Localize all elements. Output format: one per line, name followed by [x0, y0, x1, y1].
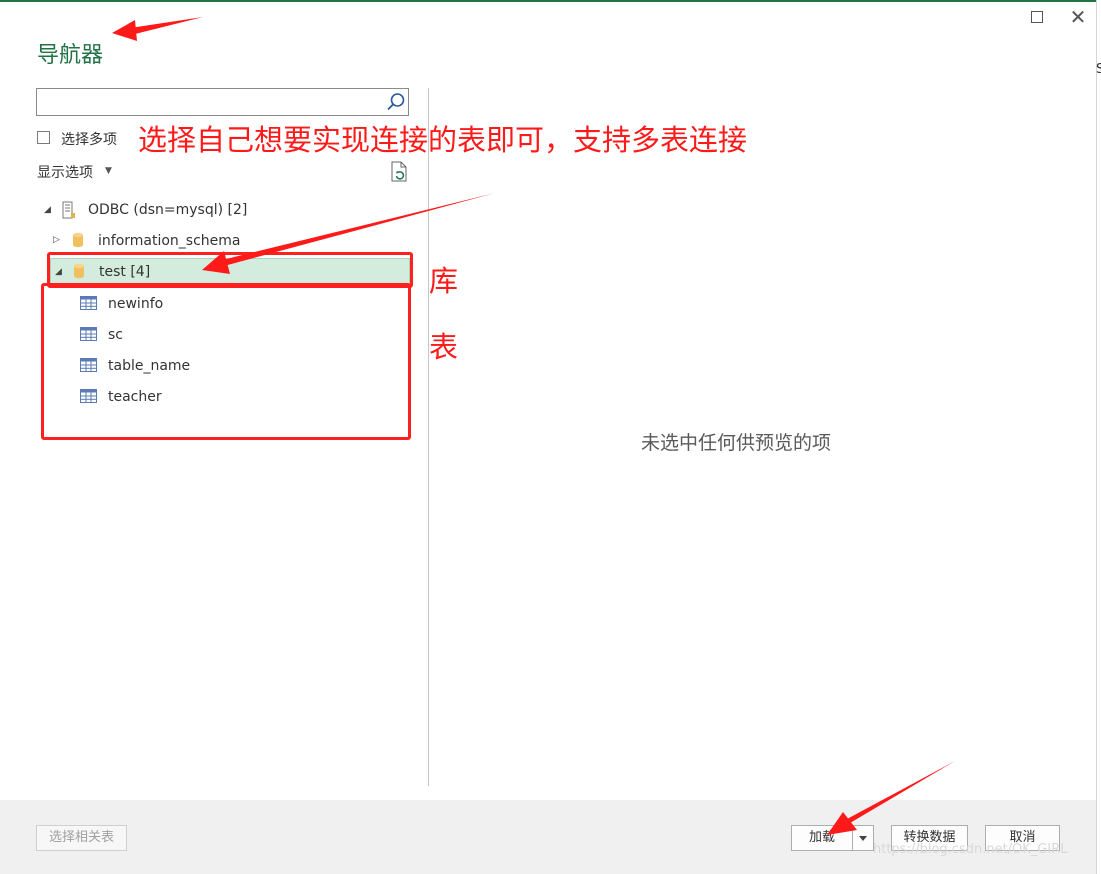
load-button[interactable]: 加载 [791, 825, 853, 851]
refresh-icon[interactable] [389, 161, 409, 183]
expand-triangle-icon[interactable]: ▷ [53, 235, 60, 245]
search-input[interactable] [40, 91, 384, 115]
chevron-down-icon [859, 836, 867, 841]
annotation-database-note: 库 [429, 264, 459, 298]
chevron-down-icon[interactable]: ▼ [105, 166, 112, 176]
tree-node-label: ODBC (dsn=mysql) [2] [88, 202, 248, 218]
load-dropdown-button[interactable] [852, 825, 874, 851]
preview-empty-message: 未选中任何供预览的项 [641, 432, 832, 454]
annotation-table-note: 表 [429, 330, 459, 364]
annotation-arrow-title [112, 17, 203, 41]
pane-divider[interactable] [428, 88, 429, 786]
tree-node-odbc[interactable]: ◢ ODBC (dsn=mysql) [2] [40, 197, 420, 223]
annotation-main-note: 选择自己想要实现连接的表即可，支持多表连接 [138, 123, 748, 157]
watermark: https://blog.csdn.net/OK_GIRL [873, 842, 1068, 857]
search-icon[interactable] [386, 92, 406, 112]
server-icon [62, 201, 75, 219]
tree-node-information-schema[interactable]: ▷ information_schema [50, 228, 410, 254]
select-related-tables-button[interactable]: 选择相关表 [36, 825, 127, 851]
excel-cell-fragment: S [1096, 62, 1101, 77]
select-multiple-label: 选择多项 [61, 132, 117, 148]
display-options-dropdown[interactable]: 显示选项 [37, 162, 93, 182]
excel-sheet-edge [1096, 0, 1101, 874]
close-icon[interactable]: ✕ [1069, 6, 1087, 28]
annotation-box-tables [41, 283, 411, 440]
navigator-window: S ✕ 导航器 选择多项 显示选项 ▼ ◢ ODBC (dsn=mysql) [… [0, 0, 1101, 874]
database-icon [73, 232, 83, 248]
excel-ribbon-edge [0, 0, 1101, 2]
dialog-title: 导航器 [37, 43, 104, 68]
collapse-triangle-icon[interactable]: ◢ [44, 205, 51, 215]
tree-node-label: information_schema [98, 233, 241, 249]
search-box[interactable] [36, 88, 409, 116]
select-multiple-checkbox[interactable] [37, 131, 50, 144]
maximize-icon[interactable] [1031, 11, 1043, 23]
